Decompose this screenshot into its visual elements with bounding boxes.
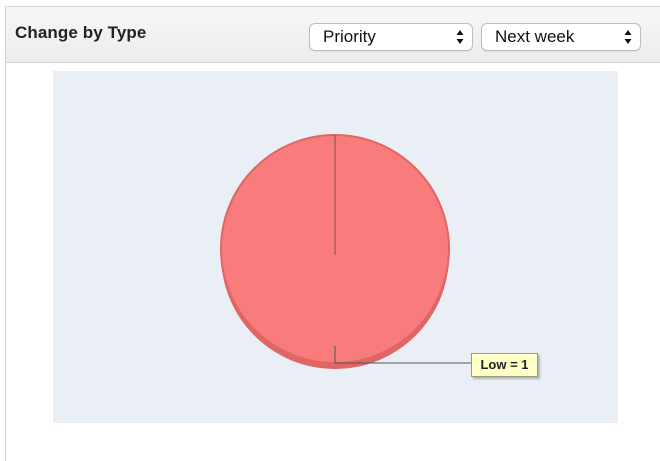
select-arrows-icon — [624, 29, 632, 45]
time-range-select[interactable]: Next week — [481, 23, 641, 51]
slice-data-label: Low = 1 — [471, 353, 538, 377]
group-by-select[interactable]: Priority — [309, 23, 473, 51]
select-arrows-icon — [456, 29, 464, 45]
widget-title: Change by Type — [15, 23, 147, 42]
pie-chart: Low = 1 — [53, 71, 618, 423]
group-by-select-value: Priority — [323, 27, 376, 46]
time-range-select-value: Next week — [495, 27, 575, 46]
widget-header: Change by Type Priority Next week — [6, 7, 660, 63]
